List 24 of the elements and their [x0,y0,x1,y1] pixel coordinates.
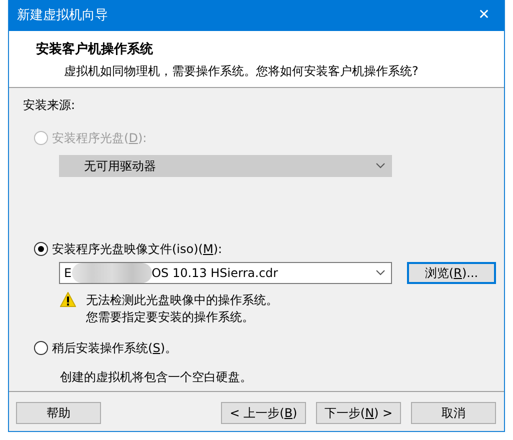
path-field[interactable]: E OS 10.13 HSierra.cdr [59,262,392,284]
next-button[interactable]: 下一步(N) > [316,402,401,424]
browse-button[interactable]: 浏览(R)... [407,262,496,284]
path-text: E [64,265,72,282]
close-button[interactable]: ✕ [464,0,504,31]
drive-dropdown: 无可用驱动器 [59,155,392,177]
header-subtitle: 虚拟机如同物理机，需要操作系统。您将如何安装客户机操作系统? [63,62,420,80]
chevron-icon [376,163,385,169]
help-button[interactable]: 帮助 [16,402,101,424]
radio-option[interactable]: 稍后安装操作系统(S)。 [34,339,177,357]
radio-option[interactable]: 安装程序光盘映像文件(iso)(M): [34,240,222,258]
warning-text: 无法检测此光盘映像中的操作系统。 您需要指定要安装的操作系统。 [86,292,278,326]
back-button[interactable]: < 上一步(B) [221,402,306,424]
radio-option: 安装程序光盘(D): [34,129,147,147]
header-title: 安装客户机操作系统 [36,40,154,59]
window-title: 新建虚拟机向导 [17,6,108,25]
note-text: 创建的虚拟机将包含一个空白硬盘。 [60,369,253,386]
section-label: 安装来源: [23,97,76,114]
chevron-icon [376,270,385,276]
path-text: OS 10.13 HSierra.cdr [152,265,278,282]
radio-circle[interactable] [34,341,48,355]
radio-circle[interactable] [34,242,48,256]
warning-icon [60,292,76,307]
cancel-button[interactable]: 取消 [411,402,496,424]
